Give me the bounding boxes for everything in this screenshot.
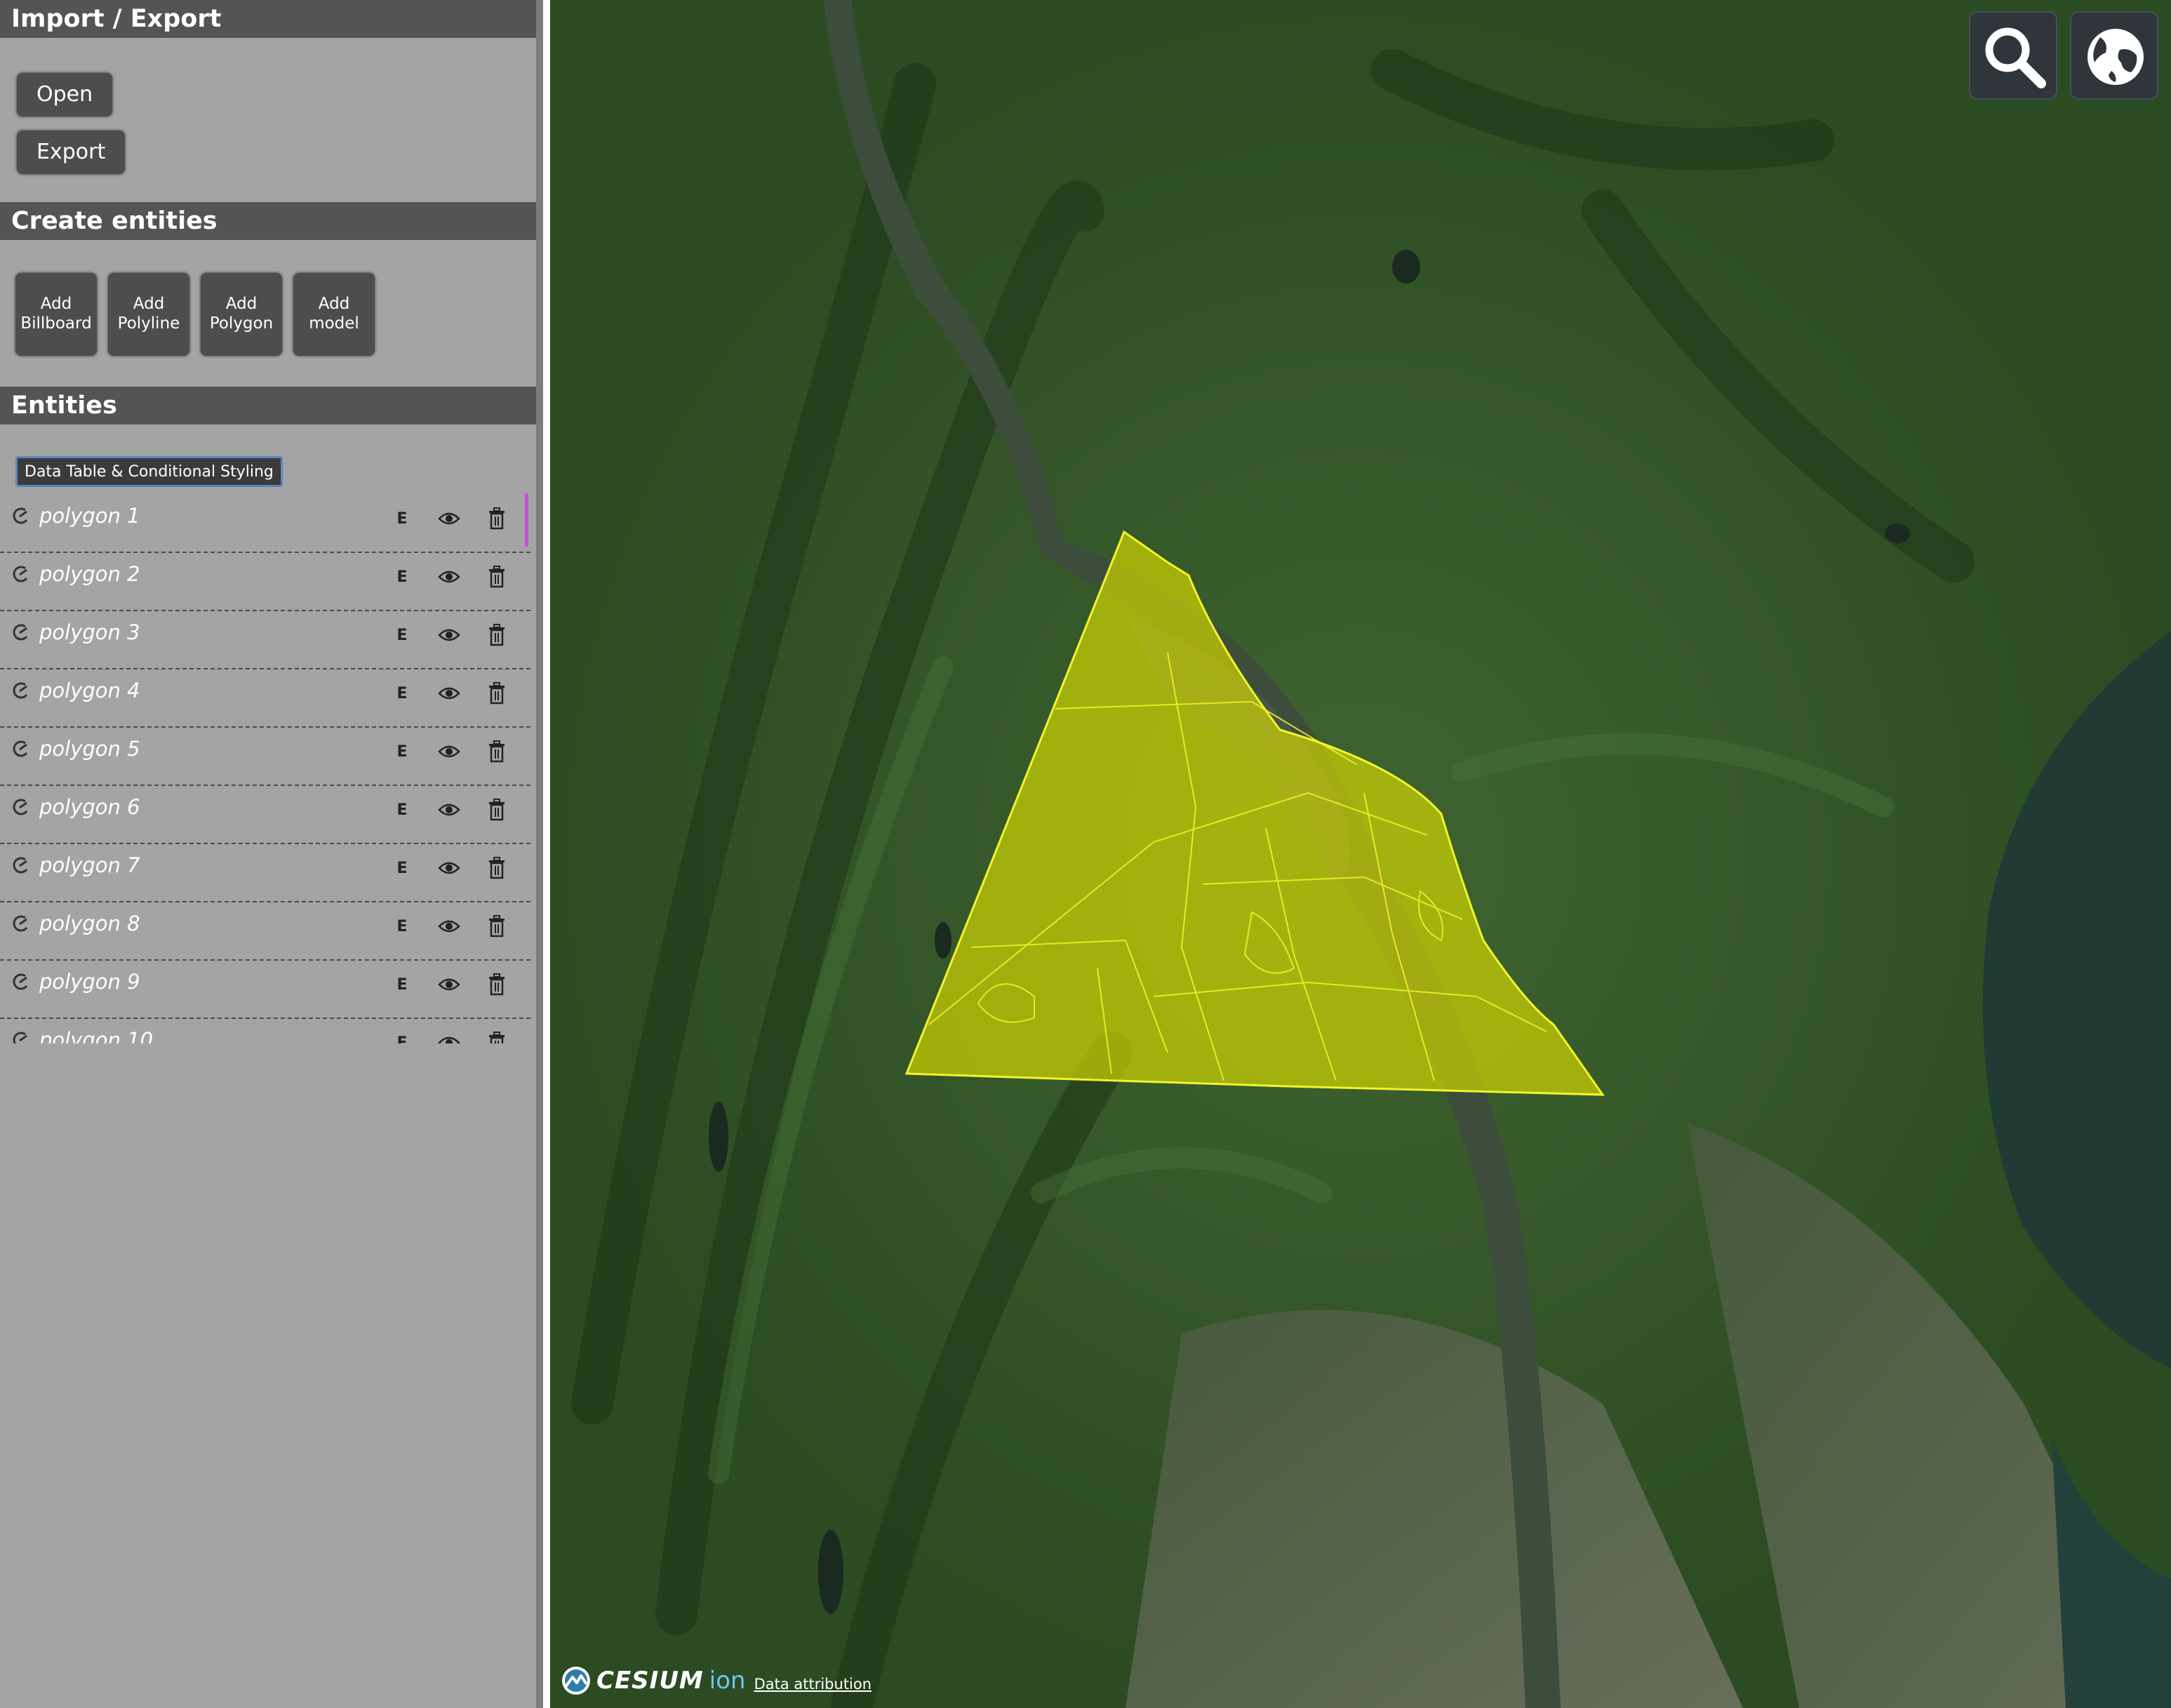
sidebar-panel: Import / Export Open Export Create entit… bbox=[0, 0, 543, 1708]
search-button[interactable] bbox=[1969, 11, 2057, 100]
entity-row[interactable]: polygon 3 E bbox=[0, 611, 530, 669]
trash-icon[interactable] bbox=[488, 740, 505, 763]
entity-name[interactable]: polygon 8 bbox=[39, 909, 140, 938]
entity-name[interactable]: polygon 10 bbox=[39, 1026, 153, 1043]
add-model-button[interactable]: Add model bbox=[293, 273, 375, 356]
add-model-label-2: model bbox=[309, 314, 359, 333]
ion-brand-text: ion bbox=[709, 1667, 746, 1695]
edit-entity-button[interactable]: E bbox=[396, 567, 408, 588]
entity-name[interactable]: polygon 1 bbox=[39, 502, 140, 530]
entity-row[interactable]: polygon 5 E bbox=[0, 728, 530, 786]
edit-entity-button[interactable]: E bbox=[396, 916, 408, 938]
edit-entity-button[interactable]: E bbox=[396, 800, 408, 821]
add-model-label-1: Add bbox=[318, 295, 350, 313]
entity-row[interactable]: polygon 7 E bbox=[0, 844, 530, 902]
polygon-icon bbox=[13, 566, 28, 582]
open-button[interactable]: Open bbox=[17, 73, 113, 116]
entity-name[interactable]: polygon 6 bbox=[39, 793, 140, 821]
entity-row[interactable]: polygon 1 E bbox=[0, 495, 530, 553]
add-polygon-label-1: Add bbox=[225, 295, 258, 313]
search-icon bbox=[1985, 27, 2046, 88]
trash-icon[interactable] bbox=[488, 682, 505, 705]
edit-entity-button[interactable]: E bbox=[396, 742, 408, 763]
polygon-icon bbox=[13, 973, 28, 990]
credits-bar: CESIUM ion Data attribution bbox=[560, 1663, 871, 1698]
entities-header: Entities bbox=[0, 387, 536, 425]
map-viewport[interactable]: CESIUM ion Data attribution bbox=[550, 0, 2171, 1708]
add-polyline-label-2: Polyline bbox=[117, 314, 180, 333]
add-polygon-button[interactable]: Add Polygon bbox=[201, 273, 282, 356]
cesium-logo-icon bbox=[562, 1667, 590, 1695]
eye-icon[interactable] bbox=[438, 685, 460, 702]
polygon-icon bbox=[13, 915, 28, 932]
edit-entity-button[interactable]: E bbox=[396, 683, 408, 705]
add-billboard-label-1: Add bbox=[40, 295, 72, 313]
export-button[interactable]: Export bbox=[17, 131, 126, 174]
edit-entity-button[interactable]: E bbox=[396, 625, 408, 646]
trash-icon[interactable] bbox=[488, 799, 505, 821]
eye-icon[interactable] bbox=[438, 743, 460, 760]
app-root: Import / Export Open Export Create entit… bbox=[0, 0, 2171, 1708]
entity-name[interactable]: polygon 3 bbox=[39, 618, 140, 646]
edit-entity-button[interactable]: E bbox=[396, 858, 408, 879]
cesium-ion-logo[interactable]: CESIUM ion bbox=[560, 1664, 746, 1697]
eye-icon[interactable] bbox=[438, 627, 460, 643]
entity-row[interactable]: polygon 10 E bbox=[0, 1019, 530, 1043]
entity-name[interactable]: polygon 2 bbox=[39, 560, 140, 588]
add-polyline-label-1: Add bbox=[133, 295, 165, 313]
data-table-button[interactable]: Data Table & Conditional Styling bbox=[15, 456, 283, 487]
cesium-brand-text: CESIUM bbox=[596, 1667, 704, 1695]
edit-entity-button[interactable]: E bbox=[396, 1033, 408, 1043]
trash-icon[interactable] bbox=[488, 915, 505, 938]
trash-icon[interactable] bbox=[488, 973, 505, 996]
entity-name[interactable]: polygon 7 bbox=[39, 851, 140, 879]
trash-icon[interactable] bbox=[488, 566, 505, 588]
entity-list-scrollbar[interactable] bbox=[525, 493, 528, 547]
eye-icon[interactable] bbox=[438, 568, 460, 585]
add-polygon-label-2: Polygon bbox=[209, 314, 274, 333]
polygon-icon bbox=[13, 740, 28, 757]
eye-icon[interactable] bbox=[438, 860, 460, 876]
entity-row[interactable]: polygon 9 E bbox=[0, 961, 530, 1019]
polygon-icon bbox=[13, 857, 28, 874]
add-polyline-button[interactable]: Add Polyline bbox=[108, 273, 189, 356]
entity-row[interactable]: polygon 8 E bbox=[0, 902, 530, 961]
polygon-icon bbox=[13, 799, 28, 815]
polygon-icon bbox=[13, 1032, 27, 1043]
add-billboard-label-2: Billboard bbox=[20, 314, 92, 333]
polygon-icon bbox=[13, 682, 28, 699]
edit-entity-button[interactable]: E bbox=[396, 509, 408, 530]
eye-icon[interactable] bbox=[438, 510, 460, 527]
data-attribution-link[interactable]: Data attribution bbox=[754, 1676, 872, 1693]
entity-row[interactable]: polygon 2 E bbox=[0, 553, 530, 611]
trash-icon[interactable] bbox=[488, 857, 505, 879]
edit-entity-button[interactable]: E bbox=[396, 975, 408, 996]
create-entities-header: Create entities bbox=[0, 202, 536, 240]
trash-icon[interactable] bbox=[488, 507, 505, 530]
entity-name[interactable]: polygon 4 bbox=[39, 676, 140, 705]
add-billboard-button[interactable]: Add Billboard bbox=[15, 273, 97, 356]
import-export-header: Import / Export bbox=[0, 0, 536, 38]
entity-list[interactable]: polygon 1 Epolygon 2 Epolygon 3 Epolygon 4 E… bbox=[0, 495, 536, 1043]
entity-name[interactable]: polygon 9 bbox=[39, 968, 140, 996]
entity-row[interactable]: polygon 4 E bbox=[0, 669, 530, 728]
entity-row[interactable]: polygon 6 E bbox=[0, 786, 530, 844]
polygon-icon bbox=[13, 507, 28, 524]
trash-icon[interactable] bbox=[488, 1032, 505, 1043]
eye-icon[interactable] bbox=[438, 976, 460, 993]
entity-name[interactable]: polygon 5 bbox=[39, 735, 140, 763]
satellite-imagery bbox=[550, 0, 2171, 1708]
eye-icon[interactable] bbox=[438, 801, 460, 818]
trash-icon[interactable] bbox=[488, 624, 505, 646]
globe-icon bbox=[2088, 29, 2144, 85]
eye-icon[interactable] bbox=[438, 918, 460, 935]
polygon-icon bbox=[13, 624, 28, 641]
eye-icon[interactable] bbox=[438, 1034, 460, 1043]
scene-mode-button[interactable] bbox=[2070, 11, 2158, 100]
